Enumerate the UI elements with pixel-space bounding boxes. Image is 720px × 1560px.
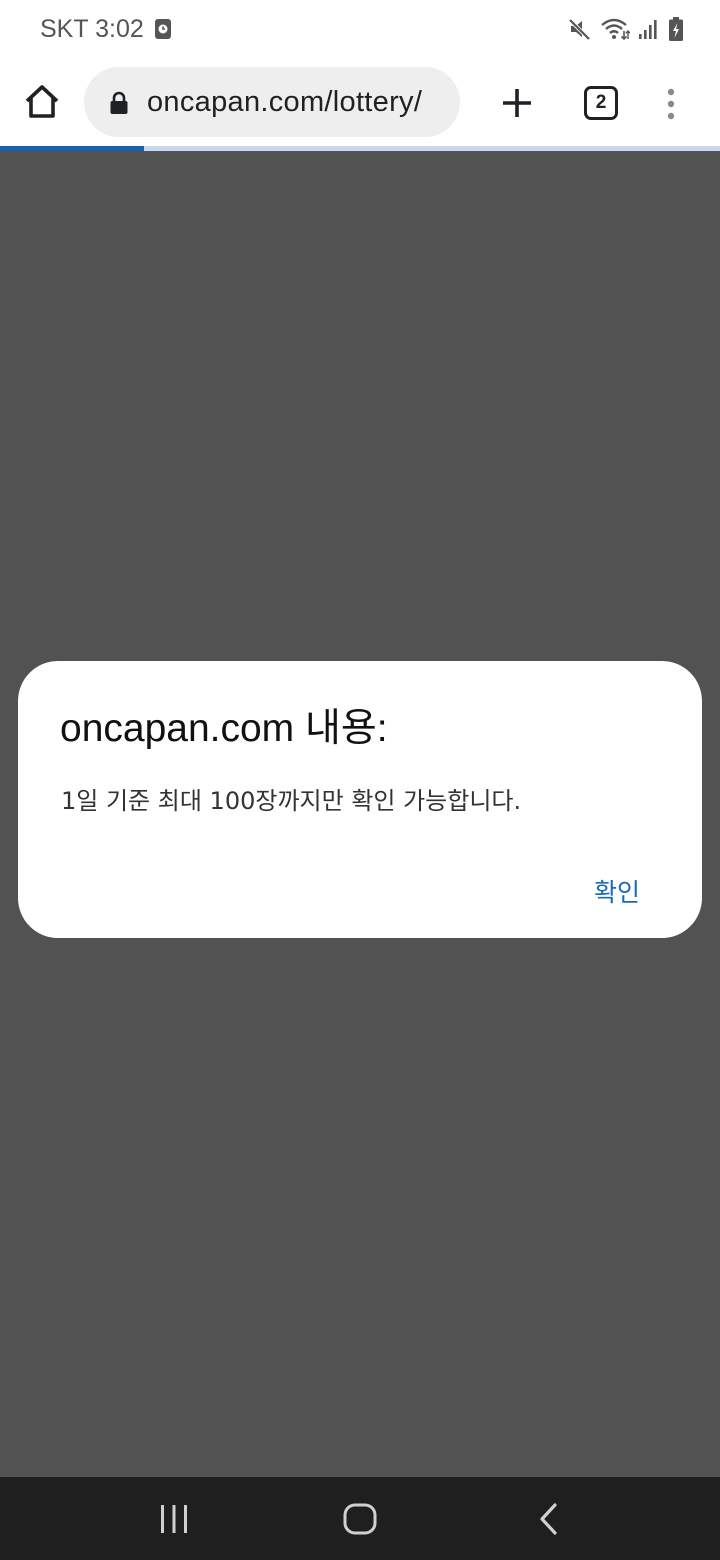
alarm-icon — [154, 18, 172, 40]
alert-dialog: oncapan.com 내용: 1일 기준 최대 100장까지만 확인 가능합니… — [18, 661, 702, 938]
back-button[interactable] — [524, 1495, 572, 1543]
signal-icon — [638, 17, 660, 41]
status-bar: SKT 3:02 — [0, 0, 720, 58]
home-button-icon — [343, 1503, 377, 1535]
more-vert-icon — [667, 88, 675, 120]
browser-toolbar: oncapan.com/lottery/ 2 — [0, 58, 720, 148]
status-right — [568, 13, 684, 45]
screen: SKT 3:02 oncapan.com/lottery/ 2 oncapan.… — [0, 0, 720, 1560]
carrier-time: SKT 3:02 — [40, 14, 144, 43]
wifi-icon — [600, 17, 630, 41]
dialog-ok-button[interactable]: 확인 — [594, 873, 640, 909]
tab-switcher-button[interactable]: 2 — [584, 86, 618, 120]
status-left: SKT 3:02 — [40, 12, 172, 46]
home-nav-button[interactable] — [336, 1495, 384, 1543]
url-text: oncapan.com/lottery/ — [147, 86, 423, 118]
mute-icon — [568, 17, 592, 41]
dialog-message: 1일 기준 최대 100장까지만 확인 가능합니다. — [61, 787, 522, 815]
battery-icon — [668, 16, 684, 42]
recent-apps-icon — [161, 1505, 187, 1533]
recent-apps-button[interactable] — [150, 1495, 198, 1543]
url-bar[interactable]: oncapan.com/lottery/ — [84, 67, 460, 137]
home-button[interactable] — [20, 80, 64, 124]
page-load-progress-fill — [0, 146, 144, 151]
menu-button[interactable] — [656, 84, 686, 124]
home-icon — [25, 85, 59, 118]
new-tab-button[interactable] — [494, 80, 540, 126]
dialog-title: oncapan.com 내용: — [60, 707, 388, 750]
back-icon — [540, 1503, 557, 1535]
plus-icon — [503, 89, 531, 117]
lock-icon — [108, 91, 130, 115]
navigation-bar — [0, 1477, 720, 1560]
page-load-progress — [0, 146, 720, 151]
